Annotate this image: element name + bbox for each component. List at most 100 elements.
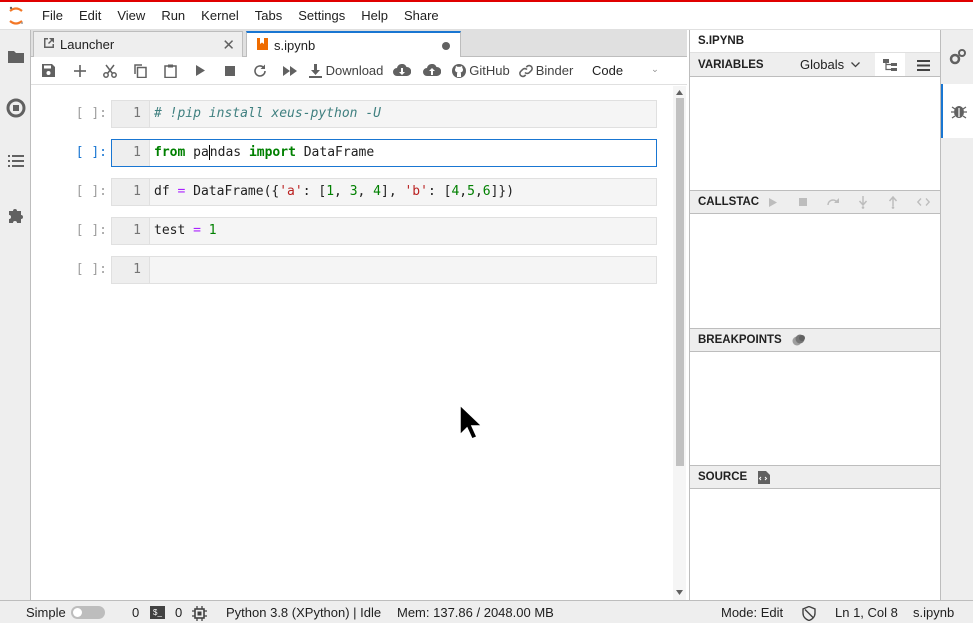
left-sidebar (0, 30, 31, 600)
cell-editor[interactable]: 1 from pandas import DataFrame (111, 139, 657, 167)
tab-bar: Launcher ✕ s.ipynb (31, 30, 687, 58)
github-button[interactable]: GitHub (447, 57, 515, 85)
source-label: SOURCE (698, 471, 748, 483)
github-label: GitHub (469, 63, 510, 78)
menu-help[interactable]: Help (353, 2, 396, 30)
launch-icon (43, 37, 55, 52)
menu-kernel[interactable]: Kernel (193, 2, 247, 30)
menu-settings[interactable]: Settings (290, 2, 353, 30)
cloud-upload-icon[interactable] (417, 57, 447, 85)
variables-label: VARIABLES (698, 58, 764, 71)
menu-edit[interactable]: Edit (71, 2, 109, 30)
cursor-position[interactable]: Ln 1, Col 8 (835, 601, 898, 624)
kernel-count[interactable]: 0 (175, 601, 182, 624)
menu-file[interactable]: File (34, 2, 71, 30)
chevron-down-icon (653, 69, 657, 72)
cell-code[interactable]: df = DataFrame({'a': [1, 3, 4], 'b': [4,… (154, 179, 514, 205)
edit-mode[interactable]: Mode: Edit (721, 601, 783, 624)
open-source-icon[interactable] (749, 465, 779, 489)
tree-view-icon[interactable] (875, 53, 905, 76)
debugger-panel: S.IPYNB VARIABLES Globals CALLSTAC BREAK… (689, 30, 941, 600)
cell-code[interactable]: test = 1 (154, 218, 217, 244)
unsaved-dot-icon[interactable] (442, 42, 450, 50)
fast-forward-icon[interactable] (275, 57, 305, 85)
menu-share[interactable]: Share (396, 2, 447, 30)
cell-prompt: [ ]: (75, 223, 107, 238)
copy-icon[interactable] (125, 57, 155, 85)
cell-code[interactable]: # !pip install xeus-python -U (154, 101, 381, 127)
memory-usage: Mem: 137.86 / 2048.00 MB (397, 605, 554, 620)
add-cell-icon[interactable] (65, 57, 95, 85)
current-file: s.ipynb (913, 605, 955, 620)
download-icon (308, 63, 322, 78)
download-button[interactable]: Download (305, 57, 387, 85)
property-inspector-icon[interactable] (941, 30, 973, 84)
paste-icon[interactable] (155, 57, 185, 85)
line-number: 1 (112, 257, 150, 283)
tab-notebook-label: s.ipynb (274, 38, 316, 53)
remove-breakpoints-icon[interactable] (784, 328, 814, 352)
debugger-title: S.IPYNB (690, 30, 941, 53)
cell-editor[interactable]: 1 df = DataFrame({'a': [1, 3, 4], 'b': [… (111, 178, 657, 206)
status-bar: Simple 0 $_ 0 Python 3.8 (XPython) | Idl… (0, 600, 973, 623)
terminate-icon[interactable] (788, 190, 818, 214)
cell-editor[interactable]: 1 # !pip install xeus-python -U (111, 100, 657, 128)
cloud-download-icon[interactable] (387, 57, 417, 85)
mouse-cursor-icon (459, 403, 484, 445)
folder-icon[interactable] (0, 41, 31, 71)
tab-launcher-label: Launcher (60, 37, 115, 52)
menu-view[interactable]: View (109, 2, 153, 30)
kernel-status[interactable]: Python 3.8 (XPython) | Idle (226, 601, 381, 624)
stop-icon[interactable] (215, 57, 245, 85)
cell-editor[interactable]: 1 test = 1 (111, 217, 657, 245)
cell-prompt: [ ]: (75, 184, 107, 199)
source-header: SOURCE (690, 465, 941, 489)
callstack-header: CALLSTAC (690, 190, 941, 214)
menu-bar: File Edit View Run Kernel Tabs Settings … (0, 2, 973, 30)
line-number: 1 (112, 179, 150, 205)
debugger-bug-icon[interactable] (941, 84, 973, 138)
menu-run[interactable]: Run (153, 2, 193, 30)
binder-label: Binder (535, 63, 574, 78)
simple-mode-label: Simple (26, 605, 66, 620)
line-number: 1 (112, 101, 150, 127)
notebook-icon (257, 38, 268, 53)
breakpoints-label: BREAKPOINTS (698, 334, 782, 346)
cell-type-select[interactable]: Code (577, 57, 657, 85)
scrollbar-thumb[interactable] (676, 98, 684, 466)
trusted-shield-icon[interactable] (802, 605, 816, 628)
save-icon[interactable] (31, 57, 65, 85)
scroll-up-icon[interactable] (676, 90, 683, 95)
cell-editor[interactable]: 1 (111, 256, 657, 284)
kernel-chip-icon[interactable] (192, 605, 207, 628)
scope-value: Globals (800, 57, 845, 72)
terminal-count[interactable]: 0 (132, 601, 139, 624)
github-icon (452, 63, 467, 78)
toc-icon[interactable] (0, 146, 31, 176)
extension-icon[interactable] (0, 200, 31, 230)
close-icon[interactable]: ✕ (222, 36, 235, 54)
scope-select[interactable]: Globals (800, 57, 861, 72)
step-into-icon[interactable] (848, 190, 878, 214)
menu-tabs[interactable]: Tabs (247, 2, 290, 30)
cell-code[interactable]: from pandas import DataFrame (154, 140, 374, 166)
scroll-down-icon[interactable] (676, 590, 683, 595)
binder-button[interactable]: Binder (515, 57, 577, 85)
step-out-icon[interactable] (878, 190, 908, 214)
cut-icon[interactable] (95, 57, 125, 85)
code-brackets-icon[interactable] (908, 190, 938, 214)
terminal-icon[interactable]: $_ (150, 606, 165, 619)
cell-prompt: [ ]: (75, 106, 107, 121)
tab-launcher[interactable]: Launcher ✕ (33, 31, 243, 57)
breakpoints-header: BREAKPOINTS (690, 328, 941, 352)
table-view-icon[interactable] (908, 53, 938, 77)
running-icon[interactable] (0, 93, 31, 123)
cell-prompt: [ ]: (75, 145, 107, 160)
restart-icon[interactable] (245, 57, 275, 85)
tab-notebook[interactable]: s.ipynb (246, 31, 461, 58)
simple-mode-toggle[interactable] (71, 606, 105, 619)
binder-link-icon (518, 64, 533, 77)
step-over-icon[interactable] (818, 190, 848, 214)
continue-icon[interactable] (758, 190, 788, 214)
run-icon[interactable] (185, 57, 215, 85)
